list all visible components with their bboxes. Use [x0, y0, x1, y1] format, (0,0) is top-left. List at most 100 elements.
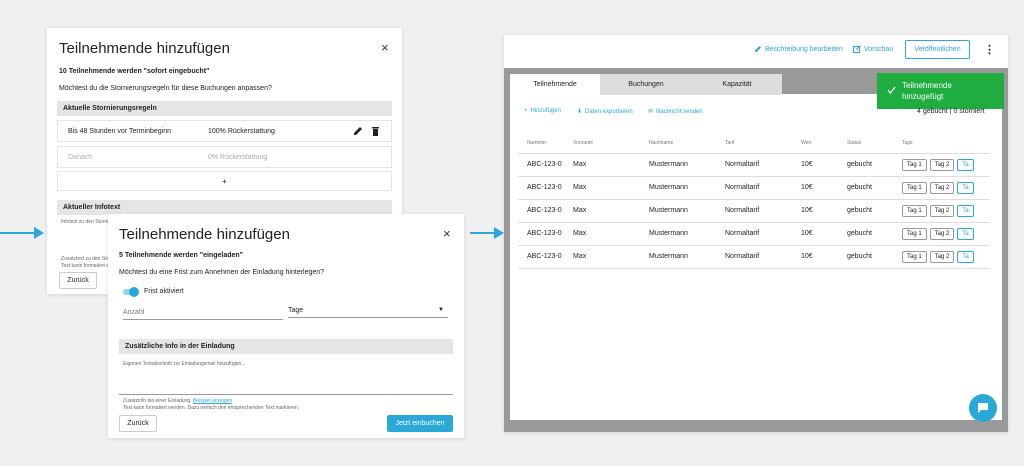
add-participant-link[interactable]: + Hinzufügen	[524, 108, 561, 114]
flow-arrow-left	[0, 227, 44, 239]
mail-icon: ✉	[648, 109, 654, 115]
unit-select[interactable]: Tage ▼	[288, 307, 448, 318]
rule-row: Bis 48 Stunden vor Terminbeginn 100% Rüc…	[57, 120, 392, 142]
dialog-title: Teilnehmende hinzufügen	[59, 40, 230, 57]
invitation-info-input[interactable]: Eigenen Textabschnitt zur Einladungsmail…	[123, 361, 246, 367]
plus-icon: +	[524, 108, 528, 114]
column-header: Wert	[801, 134, 847, 154]
cell-tariff: Normaltarif	[725, 199, 801, 223]
send-message-link[interactable]: ✉ Nachricht senden	[648, 108, 703, 116]
tag-chip[interactable]: Ta	[957, 204, 974, 217]
tag-chip[interactable]: Tag 2	[929, 227, 955, 240]
cell-tags: Tag 1 Tag 2 Ta	[902, 222, 990, 246]
column-header: Vorname	[573, 134, 649, 154]
cell-firstname: Max	[573, 245, 649, 269]
tag-chip[interactable]: Ta	[957, 250, 974, 263]
check-icon	[887, 86, 896, 94]
table-row[interactable]: ABC-123-0 Max Mustermann Normaltarif 10€…	[518, 222, 990, 246]
cell-tags: Tag 1 Tag 2 Ta	[902, 245, 990, 269]
cell-tags: Tag 1 Tag 2 Ta	[902, 199, 990, 223]
external-link-icon	[853, 45, 861, 53]
tag-chip[interactable]: Tag 2	[929, 250, 955, 263]
tab-capacity[interactable]: Kapazität	[692, 74, 782, 95]
dialog-question: Möchtest du die Stornierungsregeln für d…	[59, 85, 272, 92]
chat-icon	[978, 403, 988, 413]
column-header: Nummer	[518, 134, 573, 154]
cell-status: gebucht	[847, 199, 902, 223]
amount-input[interactable]: Anzahl	[123, 309, 283, 320]
cell-status: gebucht	[847, 222, 902, 246]
back-button[interactable]: Zurück	[59, 272, 97, 289]
tag-chip[interactable]: Tag 1	[902, 158, 927, 171]
tag-chip[interactable]: Tag 1	[902, 204, 927, 217]
success-toast: Teilnehmende hinzugefügt	[877, 73, 1004, 109]
cell-firstname: Max	[573, 199, 649, 223]
deadline-toggle[interactable]	[123, 287, 139, 297]
participants-table: Nummer Vorname Nachname Tarif Wert Statu…	[518, 134, 990, 269]
cell-value: 10€	[801, 176, 847, 200]
table-row[interactable]: ABC-123-0 Max Mustermann Normaltarif 10€…	[518, 153, 990, 177]
column-header: Nachname	[649, 134, 725, 154]
export-data-label: Daten exportieren	[585, 108, 633, 115]
close-icon[interactable]: ×	[381, 40, 389, 55]
cell-tariff: Normaltarif	[725, 176, 801, 200]
cell-firstname: Max	[573, 176, 649, 200]
close-icon[interactable]: ×	[443, 226, 451, 241]
pencil-icon	[755, 46, 761, 52]
edit-description-label: Beschreibung bearbeiten	[765, 45, 843, 53]
tag-chip[interactable]: Tag 1	[902, 250, 927, 263]
cell-number: ABC-123-0	[518, 245, 573, 269]
book-now-button[interactable]: Jetzt einbuchen	[387, 415, 453, 432]
table-row[interactable]: ABC-123-0 Max Mustermann Normaltarif 10€…	[518, 245, 990, 269]
toast-message: Teilnehmende hinzugefügt	[902, 81, 952, 101]
cell-lastname: Mustermann	[649, 222, 725, 246]
table-row[interactable]: ABC-123-0 Max Mustermann Normaltarif 10€…	[518, 176, 990, 200]
info-hint-text: Zusatzinfo bei einer Einladung.	[123, 398, 194, 404]
cell-number: ABC-123-0	[518, 153, 573, 177]
cell-firstname: Max	[573, 222, 649, 246]
unit-select-value: Tage	[288, 307, 304, 314]
tag-chip[interactable]: Ta	[957, 227, 974, 240]
section-cancellation-rules: Aktuelle Stornierungsregeln	[57, 101, 392, 116]
publish-button[interactable]: Veröffentlichen	[905, 40, 970, 59]
tag-chip[interactable]: Ta	[957, 181, 974, 194]
section-info-text: Aktueller Infotext	[57, 200, 392, 215]
cell-tags: Tag 1 Tag 2 Ta	[902, 153, 990, 177]
cell-value: 10€	[801, 245, 847, 269]
dialog-title: Teilnehmende hinzufügen	[119, 226, 290, 243]
chat-button[interactable]	[969, 394, 997, 422]
table-row[interactable]: ABC-123-0 Max Mustermann Normaltarif 10€…	[518, 199, 990, 223]
cell-lastname: Mustermann	[649, 199, 725, 223]
tag-chip[interactable]: Tag 2	[929, 204, 955, 217]
preview-link[interactable]: Vorschau	[853, 45, 893, 53]
cell-lastname: Mustermann	[649, 245, 725, 269]
dialog-subtitle: 5 Teilnehmende werden "eingeladen"	[119, 252, 243, 259]
chevron-down-icon: ▼	[438, 307, 444, 313]
tag-chip[interactable]: Tag 1	[902, 181, 927, 194]
tab-bookings[interactable]: Buchungen	[600, 74, 692, 95]
back-button[interactable]: Zurück	[119, 415, 157, 432]
delete-icon[interactable]	[371, 126, 380, 136]
tag-chip[interactable]: Ta	[957, 158, 974, 171]
edit-icon[interactable]	[353, 126, 363, 136]
tag-chip[interactable]: Tag 1	[902, 227, 927, 240]
rule-row: Danach 0% Rückerstattung	[57, 146, 392, 168]
info-hint: Text kann formatiert werden. Dazu einfac…	[123, 405, 300, 411]
edit-description-link[interactable]: Beschreibung bearbeiten	[754, 45, 843, 53]
tag-chip[interactable]: Tag 2	[929, 158, 955, 171]
dialog-subtitle: 10 Teilnehmende werden "sofort eingebuch…	[59, 68, 210, 75]
rule-condition: Bis 48 Stunden vor Terminbeginn	[68, 128, 171, 135]
more-menu-icon[interactable]: ⋮	[984, 43, 995, 56]
tab-participants[interactable]: Teilnehmende	[510, 74, 600, 95]
rule-refund: 100% Rückerstattung	[208, 128, 275, 135]
show-example-link[interactable]: Beispiel anzeigen	[193, 398, 232, 404]
export-data-link[interactable]: ⬇ Daten exportieren	[577, 108, 633, 116]
cell-number: ABC-123-0	[518, 222, 573, 246]
cell-value: 10€	[801, 153, 847, 177]
flow-arrow-right	[470, 227, 504, 239]
cell-number: ABC-123-0	[518, 199, 573, 223]
tag-chip[interactable]: Tag 2	[929, 181, 955, 194]
add-rule-button[interactable]: +	[57, 171, 392, 191]
column-header: Status	[847, 134, 902, 154]
cell-tags: Tag 1 Tag 2 Ta	[902, 176, 990, 200]
